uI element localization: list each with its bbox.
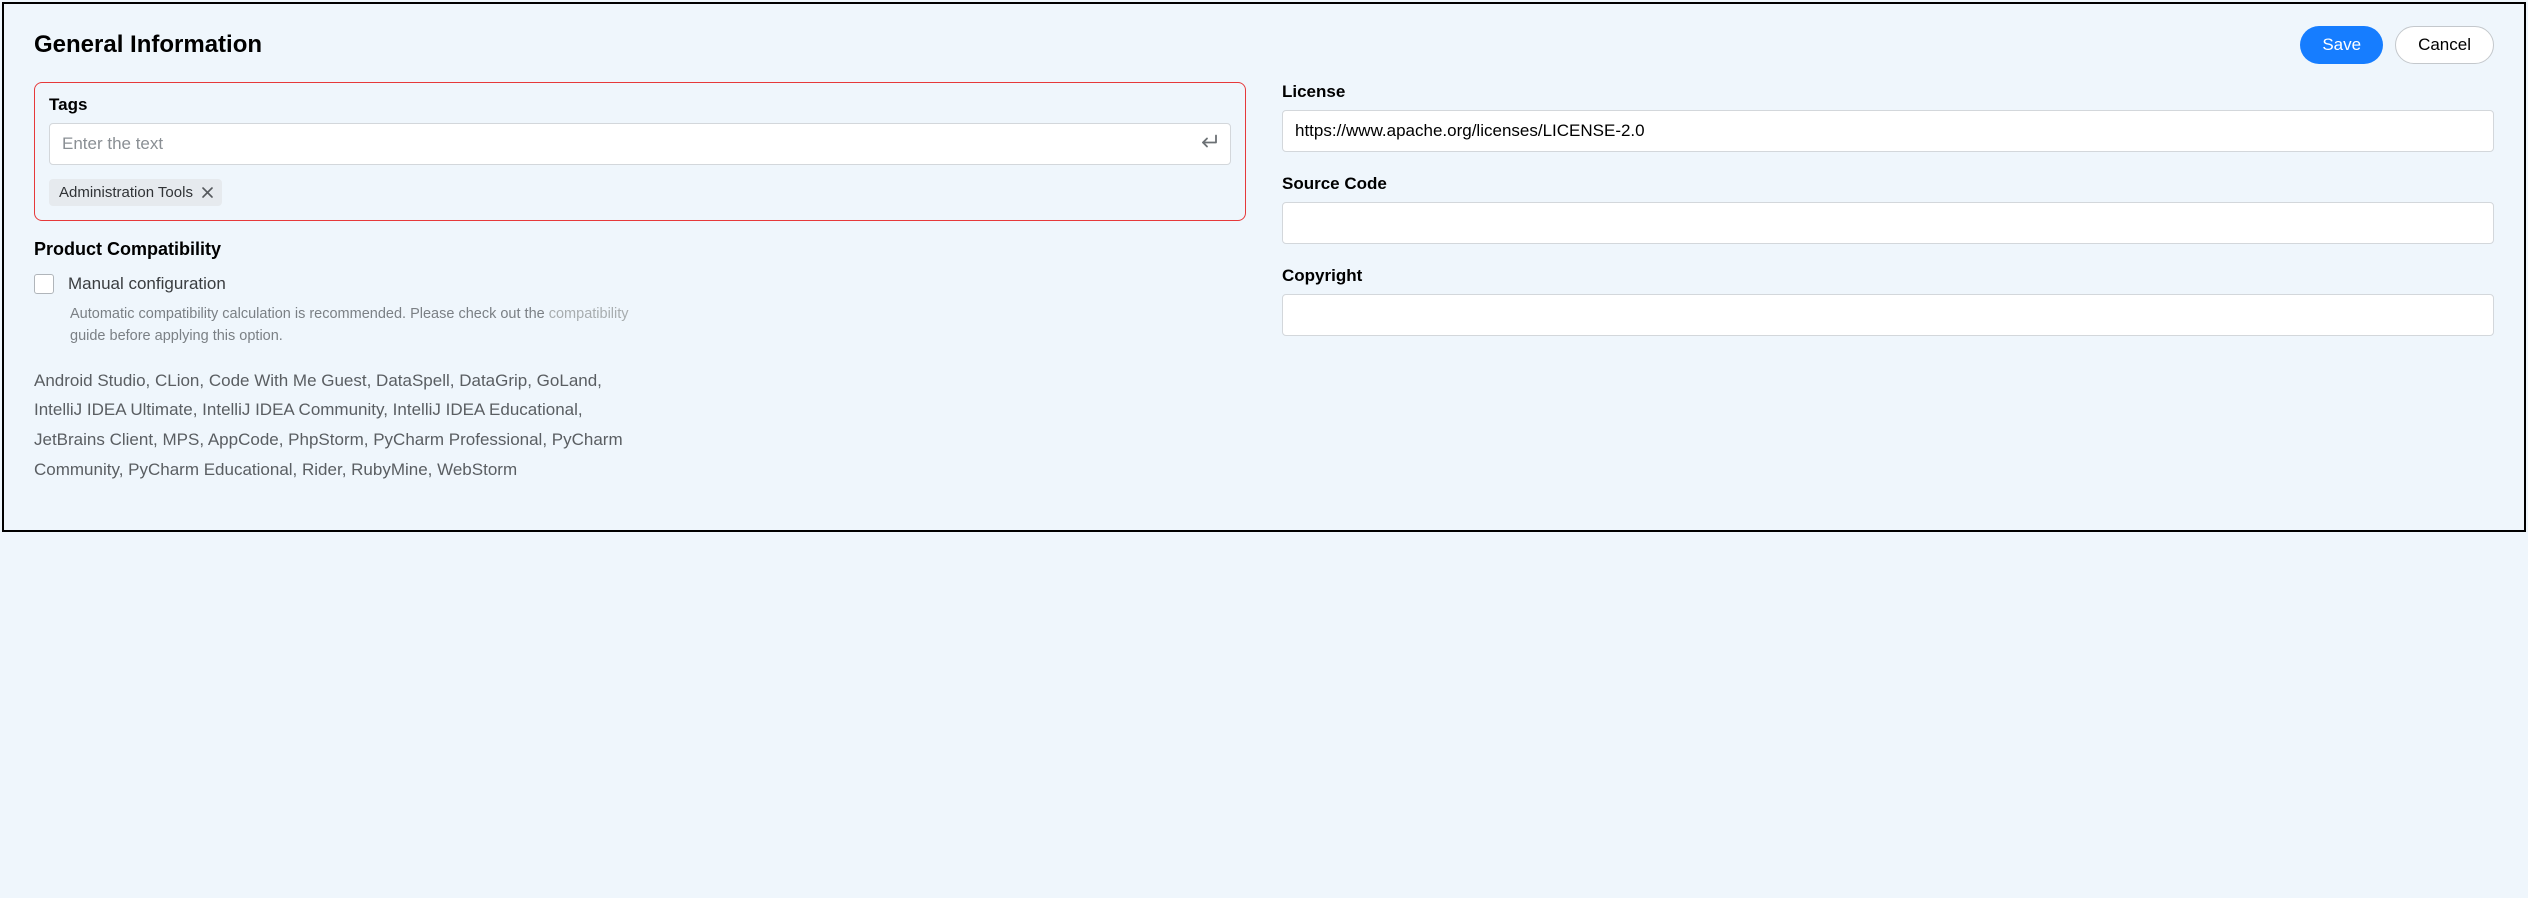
save-button[interactable]: Save xyxy=(2300,26,2383,64)
compat-section: Product Compatibility Manual configurati… xyxy=(34,239,1246,485)
header: General Information Save Cancel xyxy=(34,26,2494,64)
compatibility-link[interactable]: compatibility xyxy=(549,306,629,322)
compat-title: Product Compatibility xyxy=(34,239,1246,260)
license-field: License xyxy=(1282,82,2494,152)
tags-label: Tags xyxy=(49,95,1231,115)
product-list: Android Studio, CLion, Code With Me Gues… xyxy=(34,366,654,485)
tags-input-wrap xyxy=(49,123,1231,165)
tags-input[interactable] xyxy=(49,123,1231,165)
copyright-label: Copyright xyxy=(1282,266,2494,286)
content-columns: Tags Administration Tools xyxy=(34,82,2494,485)
source-label: Source Code xyxy=(1282,174,2494,194)
left-column: Tags Administration Tools xyxy=(34,82,1246,485)
right-column: License Source Code Copyright xyxy=(1282,82,2494,485)
source-field: Source Code xyxy=(1282,174,2494,244)
tag-remove-button[interactable] xyxy=(201,186,214,199)
tag-chip-label: Administration Tools xyxy=(59,184,193,201)
help-suffix: guide before applying this option. xyxy=(70,328,283,344)
help-prefix: Automatic compatibility calculation is r… xyxy=(70,306,549,322)
close-icon xyxy=(201,186,214,199)
page-title: General Information xyxy=(34,31,262,59)
license-input[interactable] xyxy=(1282,110,2494,152)
copyright-input[interactable] xyxy=(1282,294,2494,336)
action-buttons: Save Cancel xyxy=(2300,26,2494,64)
copyright-field: Copyright xyxy=(1282,266,2494,336)
manual-config-checkbox[interactable] xyxy=(34,274,54,294)
tags-section: Tags Administration Tools xyxy=(34,82,1246,221)
manual-config-row: Manual configuration xyxy=(34,274,1246,294)
tag-chip: Administration Tools xyxy=(49,179,222,206)
manual-config-label: Manual configuration xyxy=(68,274,226,294)
license-label: License xyxy=(1282,82,2494,102)
cancel-button[interactable]: Cancel xyxy=(2395,26,2494,64)
general-info-panel: General Information Save Cancel Tags xyxy=(2,2,2526,532)
compat-help-text: Automatic compatibility calculation is r… xyxy=(70,304,630,348)
source-input[interactable] xyxy=(1282,202,2494,244)
